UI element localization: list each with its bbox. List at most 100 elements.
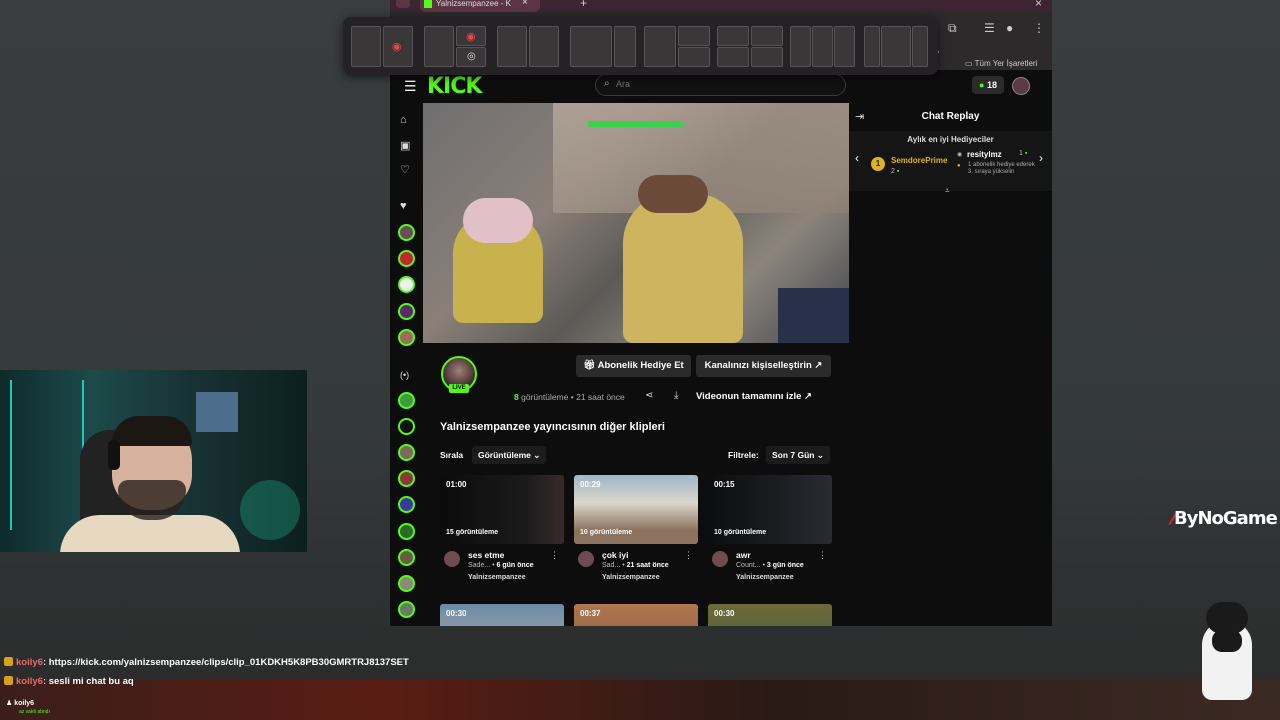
filter-dropdown[interactable]: Son 7 Gün ⌄ <box>766 446 830 464</box>
snap-zone[interactable] <box>812 26 833 67</box>
snap-layout-half[interactable]: ◉ <box>351 26 413 67</box>
snap-layout-left-main[interactable] <box>644 26 710 67</box>
followed-channel-avatar[interactable] <box>398 276 415 293</box>
tab-search-button[interactable] <box>396 0 410 8</box>
clip-title[interactable]: awr <box>736 550 751 560</box>
download-icon[interactable]: ⤓ <box>674 390 678 401</box>
clip-duration: 01:00 <box>446 480 467 489</box>
browse-icon[interactable]: ▣ <box>400 139 410 152</box>
snap-layout-split[interactable]: ◉ ◎ <box>424 26 486 67</box>
clip-card[interactable]: 00:37 <box>574 604 698 626</box>
snap-zone[interactable] <box>912 26 928 67</box>
recommended-channel-avatar[interactable] <box>398 418 415 435</box>
gift-subscription-button[interactable]: 🎁︎ Abonelik Hediye Et <box>576 355 691 377</box>
expand-gifters-icon[interactable]: ⩡ <box>945 186 950 196</box>
snap-zone[interactable] <box>864 26 880 67</box>
snap-zone[interactable] <box>834 26 855 67</box>
menu-dots-icon[interactable]: ⋮ <box>1033 21 1045 35</box>
new-tab-icon[interactable]: + <box>580 0 587 10</box>
snap-zone[interactable] <box>751 26 783 46</box>
obs-icon: ◎ <box>467 51 476 62</box>
snap-zone[interactable] <box>678 47 710 67</box>
window-close-icon[interactable]: × <box>1035 0 1042 10</box>
clip-title[interactable]: çok iyi <box>602 550 628 560</box>
video-character-head <box>463 198 533 243</box>
snap-layout-quad[interactable] <box>717 26 783 67</box>
clip-channel[interactable]: Yalnizsempanzee <box>736 574 794 581</box>
clip-video-player[interactable] <box>423 103 849 343</box>
hamburger-menu-icon[interactable]: ☰ <box>404 78 417 95</box>
gifter-name[interactable]: resitylmz <box>967 150 1002 159</box>
kicks-balance[interactable]: ● 18 <box>972 76 1004 94</box>
clip-options-icon[interactable]: ⋮ <box>818 550 827 561</box>
snap-zone[interactable] <box>751 47 783 67</box>
customize-channel-button[interactable]: Kanalınızı kişiselleştirin ↗ <box>696 355 831 377</box>
clip-channel[interactable]: Yalnizsempanzee <box>602 574 660 581</box>
tab-close-icon[interactable]: × <box>522 0 528 8</box>
reading-list-icon[interactable]: ☰ <box>984 21 995 35</box>
clip-creator-avatar[interactable] <box>712 551 728 567</box>
snap-zone[interactable]: ◎ <box>456 47 486 67</box>
gifter-name[interactable]: SemdorePrime <box>891 156 947 165</box>
recommended-channel-avatar[interactable] <box>398 444 415 461</box>
recommended-channel-avatar[interactable] <box>398 496 415 513</box>
followed-channel-avatar[interactable] <box>398 329 415 346</box>
views-label: görüntüleme <box>521 392 569 402</box>
clip-options-icon[interactable]: ⋮ <box>684 550 693 561</box>
snap-zone[interactable] <box>790 26 811 67</box>
recommended-channel-avatar[interactable] <box>398 549 415 566</box>
snap-layout-wide-center[interactable] <box>864 26 930 67</box>
snap-zone[interactable] <box>529 26 559 67</box>
snap-layout-thirds[interactable] <box>790 26 856 67</box>
recommended-channel-avatar[interactable] <box>398 470 415 487</box>
clip-meta: Sad... • 21 saat önce <box>602 562 669 569</box>
sort-dropdown[interactable]: Görüntüleme ⌄ <box>472 446 547 464</box>
share-icon[interactable]: ⋖ <box>645 390 653 401</box>
recommended-channel-avatar[interactable] <box>398 575 415 592</box>
recommended-channel-avatar[interactable] <box>398 601 415 618</box>
watch-full-video-button[interactable]: Videonun tamamını izle ↗ <box>696 391 812 402</box>
snap-zone[interactable] <box>497 26 527 67</box>
clip-channel[interactable]: Yalnizsempanzee <box>468 574 526 581</box>
following-icon[interactable]: ♡ <box>400 163 410 176</box>
clip-card[interactable]: 01:00 15 görüntüleme ses etme Sade... • … <box>440 475 564 585</box>
home-icon[interactable]: ⌂ <box>400 114 407 126</box>
snap-zone[interactable] <box>424 26 454 67</box>
chevron-right-icon[interactable]: › <box>1039 151 1043 165</box>
followed-channel-avatar[interactable] <box>398 303 415 320</box>
clip-card[interactable]: 00:30 <box>708 604 832 626</box>
clip-creator-avatar[interactable] <box>578 551 594 567</box>
snap-zone[interactable] <box>351 26 381 67</box>
followed-channel-avatar[interactable] <box>398 224 415 241</box>
clip-options-icon[interactable]: ⋮ <box>550 550 559 561</box>
snap-zone[interactable] <box>570 26 612 67</box>
snap-zone[interactable] <box>717 26 749 46</box>
followed-channel-avatar[interactable] <box>398 250 415 267</box>
extensions-icon[interactable]: ⧉ <box>948 21 957 36</box>
clip-card[interactable]: 00:29 10 görüntüleme çok iyi Sad... • 21… <box>574 475 698 585</box>
kick-logo[interactable]: KICKBETA <box>427 71 493 99</box>
clip-card[interactable]: 00:15 10 görüntüleme awr Count... • 3 gü… <box>708 475 832 585</box>
profile-icon[interactable]: ● <box>1006 21 1013 35</box>
filter-value: Son 7 Gün <box>772 450 815 460</box>
all-bookmarks-link[interactable]: ▭ Tüm Yer İşaretleri <box>965 59 1037 68</box>
snap-zone[interactable] <box>614 26 636 67</box>
clip-card[interactable]: 00:30 <box>440 604 564 626</box>
clip-title[interactable]: ses etme <box>468 550 504 560</box>
recommended-channel-avatar[interactable] <box>398 392 415 409</box>
search-input[interactable] <box>616 79 816 89</box>
snap-zone[interactable] <box>644 26 676 67</box>
clip-views: 15 görüntüleme <box>446 529 499 536</box>
snap-zone[interactable] <box>717 47 749 67</box>
recommended-channel-avatar[interactable] <box>398 523 415 540</box>
user-avatar[interactable] <box>1012 77 1030 95</box>
search-bar[interactable]: ⌕ <box>595 74 846 96</box>
chevron-left-icon[interactable]: ‹ <box>855 151 859 165</box>
clip-creator-avatar[interactable] <box>444 551 460 567</box>
snap-zone[interactable]: ◉ <box>456 26 486 46</box>
snap-zone[interactable] <box>678 26 710 46</box>
snap-zone[interactable]: ◉ <box>383 26 413 67</box>
snap-layout-two-thirds[interactable] <box>570 26 636 67</box>
snap-zone[interactable] <box>881 26 911 67</box>
snap-layout-half-even[interactable] <box>497 26 559 67</box>
